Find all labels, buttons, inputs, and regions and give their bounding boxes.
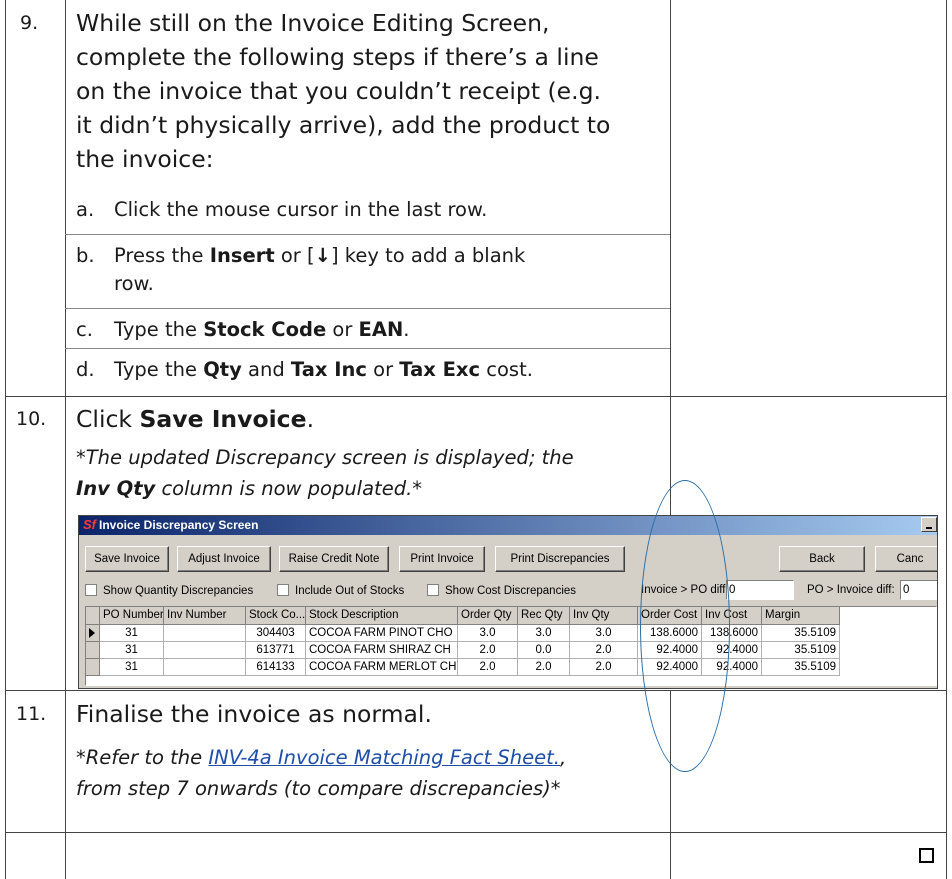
include-out-of-stocks-checkbox[interactable]: Include Out of Stocks — [277, 584, 404, 597]
row-pointer-icon — [89, 628, 95, 638]
table-border-col3 — [670, 0, 671, 515]
fact-sheet-link[interactable]: INV-4a Invoice Matching Fact Sheet. — [208, 746, 560, 769]
adjust-invoice-button[interactable]: Adjust Invoice — [177, 546, 271, 572]
table-cell[interactable]: COCOA FARM MERLOT CH — [306, 659, 458, 676]
table-cell[interactable]: 2.0 — [458, 642, 518, 659]
table-cell[interactable]: 613771 — [246, 642, 306, 659]
step-number: 9. — [20, 12, 39, 34]
step9-line: the invoice: — [76, 145, 214, 173]
down-arrow-icon: ↓ — [314, 244, 331, 267]
discrepancy-grid[interactable]: PO Number Inv Number Stock Co... Stock Desc… — [85, 606, 937, 686]
window-title: Invoice Discrepancy Screen — [99, 518, 259, 532]
table-cell[interactable]: 304403 — [246, 625, 306, 642]
show-cost-discrepancies-checkbox[interactable]: Show Cost Discrepancies — [427, 584, 576, 597]
substep-letter: c. — [76, 318, 93, 341]
table-cell[interactable] — [164, 659, 246, 676]
table-border-left — [5, 0, 6, 879]
table-cell[interactable]: 31 — [100, 625, 164, 642]
step11-reference: *Refer to the INV-4a Invoice Matching Fa… — [76, 746, 567, 769]
substep-divider — [65, 234, 670, 235]
cancel-button[interactable]: Canc — [875, 546, 937, 572]
back-button[interactable]: Back — [779, 546, 865, 572]
table-cell[interactable] — [164, 642, 246, 659]
raise-credit-note-button[interactable]: Raise Credit Note — [279, 546, 389, 572]
column-header[interactable]: PO Number — [100, 607, 164, 625]
column-header[interactable]: Stock Description — [306, 607, 458, 625]
table-cell[interactable]: 2.0 — [518, 659, 570, 676]
step11-text: Finalise the invoice as normal. — [76, 700, 432, 728]
table-cell[interactable]: 3.0 — [570, 625, 638, 642]
table-cell[interactable] — [164, 625, 246, 642]
table-cell[interactable]: 2.0 — [570, 659, 638, 676]
substep-divider — [65, 308, 670, 309]
table-cell[interactable]: 0.0 — [518, 642, 570, 659]
column-header[interactable]: Inv Qty — [570, 607, 638, 625]
grid-corner — [86, 607, 100, 625]
row-divider-3 — [5, 832, 947, 833]
row-divider-1 — [5, 396, 947, 397]
window-titlebar: Sf Invoice Discrepancy Screen — [79, 516, 937, 535]
checkbox-icon[interactable] — [919, 848, 934, 863]
po-invoice-diff-input[interactable]: 0 — [900, 580, 937, 600]
substep-letter: d. — [76, 358, 95, 381]
step-number: 11. — [16, 703, 47, 725]
po-invoice-diff-label: PO > Invoice diff: — [807, 584, 895, 596]
show-quantity-discrepancies-checkbox[interactable]: Show Quantity Discrepancies — [85, 584, 253, 597]
row-selector[interactable] — [86, 642, 100, 659]
column-header[interactable]: Order Qty — [458, 607, 518, 625]
step10-note: *The updated Discrepancy screen is displ… — [76, 446, 574, 469]
row-selector[interactable] — [86, 659, 100, 676]
checkbox-icon — [85, 584, 97, 596]
step9-line: it didn’t physically arrive), add the pr… — [76, 111, 611, 139]
step10-text: Click Save Invoice. — [76, 405, 315, 433]
step9-line: on the invoice that you couldn’t receipt… — [76, 77, 601, 105]
step-number: 10. — [16, 408, 47, 430]
print-discrepancies-button[interactable]: Print Discrepancies — [495, 546, 625, 572]
table-cell[interactable]: 614133 — [246, 659, 306, 676]
substep-text: Type the Stock Code or EAN. — [114, 318, 410, 341]
table-cell[interactable]: 3.0 — [458, 625, 518, 642]
table-border-col2 — [65, 0, 66, 879]
row-divider-2 — [5, 690, 947, 691]
step9-line: While still on the Invoice Editing Scree… — [76, 9, 550, 37]
column-header[interactable]: Stock Co... — [246, 607, 306, 625]
invoice-discrepancy-screenshot: Sf Invoice Discrepancy Screen Save Invoi… — [78, 515, 938, 689]
step11-reference: from step 7 onwards (to compare discrepa… — [76, 777, 561, 800]
checkbox-icon — [277, 584, 289, 596]
table-cell[interactable]: 31 — [100, 659, 164, 676]
save-invoice-button[interactable]: Save Invoice — [85, 546, 169, 572]
highlight-oval — [640, 480, 730, 772]
invoice-po-diff-input[interactable]: 0 — [726, 580, 794, 600]
minimize-icon[interactable] — [921, 517, 937, 532]
substep-letter: a. — [76, 198, 95, 221]
substep-letter: b. — [76, 244, 95, 267]
table-cell[interactable]: 2.0 — [458, 659, 518, 676]
column-header[interactable]: Inv Number — [164, 607, 246, 625]
substep-divider — [65, 348, 670, 349]
column-header[interactable]: Margin — [762, 607, 840, 625]
substep-text: Press the Insert or [↓] key to add a bla… — [114, 244, 526, 295]
table-cell[interactable]: COCOA FARM PINOT CHO — [306, 625, 458, 642]
checkbox-icon — [427, 584, 439, 596]
table-cell[interactable]: COCOA FARM SHIRAZ CH — [306, 642, 458, 659]
table-border-right — [946, 0, 947, 879]
substep-text: Click the mouse cursor in the last row. — [114, 198, 488, 221]
app-logo: Sf — [83, 517, 96, 532]
table-cell[interactable]: 35.5109 — [762, 659, 840, 676]
column-header[interactable]: Rec Qty — [518, 607, 570, 625]
table-cell[interactable]: 35.5109 — [762, 625, 840, 642]
table-cell[interactable]: 2.0 — [570, 642, 638, 659]
step10-note: Inv Qty column is now populated.* — [76, 477, 423, 500]
print-invoice-button[interactable]: Print Invoice — [399, 546, 485, 572]
substep-text: Type the Qty and Tax Inc or Tax Exc cost… — [114, 358, 533, 381]
table-cell[interactable]: 3.0 — [518, 625, 570, 642]
table-cell[interactable]: 31 — [100, 642, 164, 659]
table-cell[interactable]: 35.5109 — [762, 642, 840, 659]
row-selector[interactable] — [86, 625, 100, 642]
step9-line: complete the following steps if there’s … — [76, 43, 599, 71]
